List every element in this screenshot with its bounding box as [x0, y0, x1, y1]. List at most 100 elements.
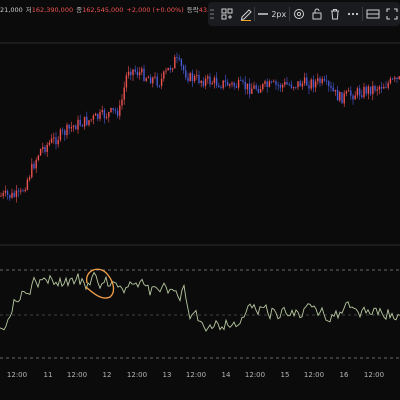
candle-body [53, 137, 55, 139]
candle-body [119, 105, 121, 116]
candle-body [169, 67, 172, 70]
candle-body [211, 83, 213, 85]
fullscreen-icon[interactable] [384, 2, 400, 26]
candle-body [383, 87, 385, 89]
candle-body [308, 85, 310, 89]
panel-icon[interactable] [362, 2, 383, 26]
line-style-icon [258, 13, 269, 15]
candle-body [17, 190, 20, 192]
layout-icon[interactable] [217, 2, 237, 26]
candle-body [9, 194, 11, 198]
candle-body [288, 84, 290, 86]
candle-body [187, 77, 189, 81]
candle-body [367, 86, 370, 94]
candle-body [83, 116, 86, 127]
candle-body [11, 192, 13, 198]
candle-body [200, 80, 202, 83]
pencil-icon[interactable] [237, 2, 255, 26]
candle-body [143, 68, 145, 81]
candle-body [94, 113, 97, 116]
candle-body [136, 71, 139, 76]
candle-body [149, 77, 152, 84]
time-tick: 12:00 [66, 371, 88, 379]
candle-body [114, 109, 117, 111]
candle-body [325, 80, 328, 82]
candle-body [22, 190, 24, 192]
settings-icon[interactable] [290, 2, 308, 26]
candle-body [361, 95, 363, 98]
candle-body [152, 77, 154, 84]
candle-body [380, 86, 383, 89]
candle-body [158, 85, 161, 87]
candle-body [369, 86, 372, 95]
candle-body [182, 65, 185, 71]
candle-body [110, 107, 112, 113]
candle-body [123, 87, 125, 100]
candle-body [268, 81, 271, 87]
candle-body [306, 77, 308, 86]
candle-body [207, 76, 209, 79]
candle-body [198, 75, 200, 83]
candle-body [24, 189, 26, 192]
time-tick: 12:00 [244, 371, 266, 379]
candle-body [26, 179, 29, 190]
more-icon[interactable] [344, 2, 362, 26]
stroke-width-label: 2px [271, 9, 287, 19]
candle-body [363, 86, 365, 98]
candle-body [389, 78, 392, 84]
candle-body [218, 85, 220, 88]
chart-panes[interactable] [0, 0, 400, 400]
candle-body [209, 76, 211, 85]
candle-body [339, 92, 341, 101]
candle-body [319, 78, 321, 84]
time-tick: 12:00 [303, 371, 325, 379]
candle-body [270, 81, 273, 83]
candle-body [75, 125, 77, 130]
candle-body [281, 84, 284, 88]
candle-body [310, 79, 312, 89]
candle-body [46, 144, 48, 152]
time-tick: 13 [162, 371, 172, 379]
candle-body [101, 110, 103, 112]
candle-body [372, 85, 374, 95]
candle-body [350, 90, 352, 96]
candle-body [138, 72, 141, 76]
candle-body [202, 80, 205, 86]
candle-body [394, 77, 396, 80]
candle-body [229, 84, 231, 86]
candle-body [292, 86, 295, 88]
indicator-line [0, 271, 400, 332]
candle-body [28, 177, 31, 180]
candle-body [68, 124, 70, 129]
candle-body [97, 113, 99, 119]
candle-body [176, 56, 178, 58]
candle-body [79, 119, 81, 126]
candle-body [387, 83, 389, 88]
candle-body [180, 59, 183, 66]
candle-body [48, 142, 51, 145]
candle-body [134, 69, 136, 72]
candle-body [121, 99, 123, 106]
candle-body [297, 81, 299, 88]
drag-handle-icon[interactable] [208, 2, 217, 26]
time-tick: 12:00 [126, 371, 148, 379]
candle-body [70, 127, 73, 129]
trash-icon[interactable] [326, 2, 344, 26]
candle-body [358, 88, 361, 96]
time-tick: 12:00 [185, 371, 207, 379]
candle-body [244, 81, 246, 90]
candle-body [279, 85, 282, 88]
candle-body [103, 110, 106, 119]
candle-body [59, 129, 62, 140]
candle-body [213, 77, 216, 84]
candle-body [61, 129, 64, 131]
candle-body [374, 85, 376, 91]
candle-body [345, 91, 348, 94]
lock-icon[interactable] [308, 2, 326, 26]
time-axis: 12:00 11 12:00 12 12:00 13 12:00 14 12:0… [0, 366, 400, 386]
line-style-button[interactable]: 2px [255, 2, 289, 26]
candle-body [231, 82, 233, 85]
candle-body [264, 81, 266, 84]
candle-body [226, 82, 229, 86]
candle-body [6, 190, 9, 195]
